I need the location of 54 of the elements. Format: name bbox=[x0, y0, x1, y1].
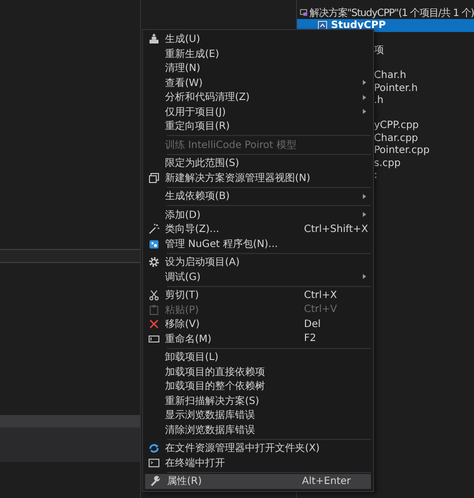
menu-item[interactable]: 显示浏览数据库错误 bbox=[143, 408, 373, 422]
menu-item[interactable]: 管理 NuGet 程序包(N)... bbox=[143, 236, 373, 251]
submenu-arrow-icon bbox=[362, 192, 367, 200]
menu-item[interactable]: 移除(V) Del bbox=[143, 317, 373, 332]
wrench-icon bbox=[150, 475, 162, 488]
menu-item[interactable]: 重定向项目(R) bbox=[143, 119, 373, 134]
tree-item[interactable]: yCPP.cpp bbox=[374, 120, 474, 132]
menu-item[interactable]: 类向导(Z)... Ctrl+Shift+X bbox=[143, 222, 373, 236]
tree-item[interactable]: : bbox=[374, 170, 474, 182]
tree-item[interactable]: s.cpp bbox=[374, 158, 474, 170]
wand-icon bbox=[148, 223, 160, 236]
menu-item[interactable]: 仅用于项目(J) bbox=[143, 104, 373, 119]
window-icon bbox=[148, 172, 160, 184]
menu-item[interactable]: 清理(N) bbox=[143, 61, 373, 76]
menu-item[interactable]: 查看(W) bbox=[143, 76, 373, 90]
menu-item[interactable]: 加载项目的整个依赖树 bbox=[143, 379, 373, 394]
close-icon bbox=[148, 318, 160, 330]
package-icon bbox=[148, 238, 160, 250]
submenu-arrow-icon bbox=[362, 273, 367, 280]
tree-item[interactable]: 解决方案"StudyCPP"(1 个项目/共 1 个) bbox=[297, 6, 474, 19]
menu-item[interactable]: 重命名(M) F2 bbox=[143, 332, 373, 346]
tree-item[interactable]: Pointer.cpp bbox=[374, 145, 474, 158]
refresh-icon bbox=[148, 442, 160, 454]
menu-item[interactable]: 调试(G) bbox=[143, 270, 373, 284]
submenu-arrow-icon bbox=[362, 211, 367, 218]
terminal-icon bbox=[148, 456, 160, 469]
scissors-icon bbox=[148, 289, 160, 302]
tree-item[interactable]: Char.h bbox=[374, 70, 474, 82]
tree-item[interactable]: .h bbox=[374, 95, 474, 108]
menu-item[interactable]: 生成依赖项(B) bbox=[143, 189, 373, 204]
menu-item[interactable]: 在终端中打开 bbox=[143, 456, 373, 470]
menu-item[interactable]: 清除浏览数据库错误 bbox=[143, 422, 373, 437]
tree-item[interactable]: StudyCPP bbox=[297, 19, 474, 32]
menu-item[interactable]: 重新扫描解决方案(S) bbox=[143, 394, 373, 408]
clipboard-icon bbox=[148, 304, 160, 316]
menu-item[interactable]: 重新生成(E) bbox=[143, 46, 373, 61]
menu-item[interactable]: 剪切(T) Ctrl+X bbox=[143, 288, 373, 302]
menu-item[interactable]: 添加(D) bbox=[143, 208, 373, 222]
menu-item[interactable]: 分析和代码清理(Z) bbox=[143, 90, 373, 104]
tree-item[interactable]: Pointer.h bbox=[374, 82, 474, 95]
solution-icon bbox=[300, 7, 308, 18]
menu-item[interactable]: 设为启动项目(A) bbox=[143, 255, 373, 270]
menu-item[interactable]: 限定为此范围(S) bbox=[143, 156, 373, 170]
menu-item[interactable]: 卸载项目(L) bbox=[143, 350, 373, 364]
menu-item[interactable]: 生成(U) bbox=[143, 32, 373, 46]
build-icon bbox=[148, 33, 160, 46]
menu-item[interactable]: 新建解决方案资源管理器视图(N) bbox=[143, 170, 373, 185]
menu-item[interactable]: 在文件资源管理器中打开文件夹(X) bbox=[143, 441, 373, 456]
tree-item[interactable]: Char.cpp bbox=[374, 132, 474, 145]
menu-item[interactable]: 加载项目的直接依赖项 bbox=[143, 364, 373, 379]
rename-icon bbox=[148, 332, 160, 345]
menu-item[interactable]: 属性(R) Alt+Enter bbox=[145, 474, 371, 488]
gear-icon bbox=[148, 256, 160, 268]
tree-item[interactable]: 项 bbox=[374, 45, 474, 58]
